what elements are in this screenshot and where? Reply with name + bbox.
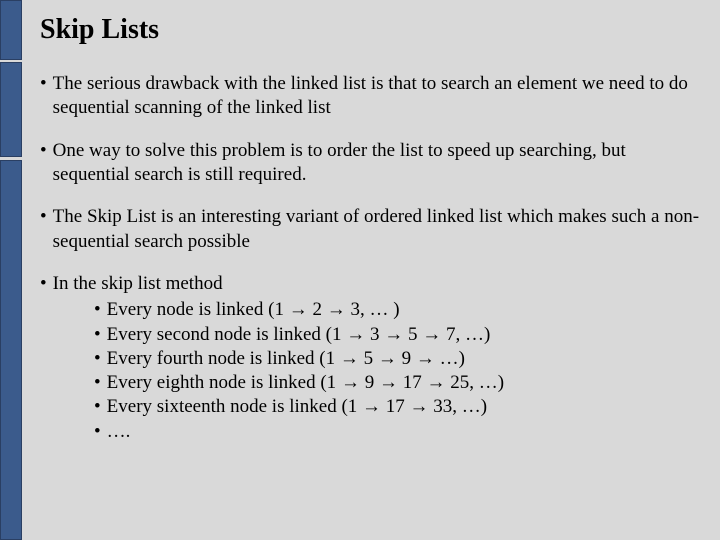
text-fragment: 7, …) [441,324,490,345]
text-fragment: 25, …) [445,372,504,393]
arrow-icon: → [341,372,360,393]
text-fragment: 2 [308,299,327,320]
sub-bullet-text: …. [107,420,131,444]
text-fragment: 17 [398,372,427,393]
arrow-icon: → [289,299,308,320]
text-fragment: 9 [397,348,416,369]
bullet-dot: • [94,420,101,444]
sub-bullet-item: • …. [94,420,702,444]
sub-bullet-text: Every second node is linked (1 → 3 → 5 →… [107,323,491,347]
sub-bullet-text: Every eighth node is linked (1 → 9 → 17 … [107,371,504,395]
sub-bullet-item: • Every node is linked (1 → 2 → 3, … ) [94,298,702,322]
sub-bullet-item: • Every fourth node is linked (1 → 5 → 9… [94,347,702,371]
arrow-icon: → [362,396,381,417]
text-fragment: Every second node is linked (1 [107,324,347,345]
slide-title: Skip Lists [40,14,702,46]
arrow-icon: → [379,372,398,393]
text-fragment: Every sixteenth node is linked (1 [107,396,362,417]
bullet-item: • In the skip list method [40,272,702,296]
text-fragment: Every eighth node is linked (1 [107,372,341,393]
bullet-dot: • [94,395,101,419]
accent-bar [0,0,22,60]
arrow-icon: → [426,372,445,393]
text-fragment: 5 [359,348,378,369]
text-fragment: Every fourth node is linked (1 [107,348,340,369]
bullet-dot: • [40,272,47,296]
bullet-dot: • [40,205,47,254]
sub-bullet-item: • Every sixteenth node is linked (1 → 17… [94,395,702,419]
arrow-icon: → [422,324,441,345]
accent-bar [0,62,22,157]
slide-content: • The serious drawback with the linked l… [40,72,702,444]
sub-bullet-list: • Every node is linked (1 → 2 → 3, … ) •… [94,298,702,444]
slide-body: Skip Lists • The serious drawback with t… [34,0,720,540]
text-fragment: Every node is linked (1 [107,299,289,320]
bullet-text: The serious drawback with the linked lis… [53,72,702,121]
bullet-dot: • [40,139,47,188]
text-fragment: 9 [360,372,379,393]
arrow-icon: → [410,396,429,417]
sub-bullet-item: • Every eighth node is linked (1 → 9 → 1… [94,371,702,395]
arrow-icon: → [378,348,397,369]
sub-bullet-text: Every fourth node is linked (1 → 5 → 9 →… [107,347,465,371]
bullet-dot: • [40,72,47,121]
bullet-dot: • [94,371,101,395]
text-fragment: 33, …) [429,396,488,417]
text-fragment: 17 [381,396,410,417]
text-fragment: 3 [365,324,384,345]
bullet-text: The Skip List is an interesting variant … [53,205,702,254]
accent-bar [0,160,22,540]
bullet-text: In the skip list method [53,272,702,296]
bullet-dot: • [94,323,101,347]
bullet-text: One way to solve this problem is to orde… [53,139,702,188]
bullet-item: • One way to solve this problem is to or… [40,139,702,188]
bullet-dot: • [94,347,101,371]
arrow-icon: → [416,348,435,369]
bullet-item: • The Skip List is an interesting varian… [40,205,702,254]
bullet-item: • The serious drawback with the linked l… [40,72,702,121]
arrow-icon: → [327,299,346,320]
sub-bullet-text: Every sixteenth node is linked (1 → 17 →… [107,395,487,419]
text-fragment: …) [435,348,465,369]
arrow-icon: → [384,324,403,345]
bullet-dot: • [94,298,101,322]
text-fragment: 5 [403,324,422,345]
side-accent-bars [0,0,34,540]
sub-bullet-text: Every node is linked (1 → 2 → 3, … ) [107,298,400,322]
arrow-icon: → [346,324,365,345]
sub-bullet-item: • Every second node is linked (1 → 3 → 5… [94,323,702,347]
arrow-icon: → [340,348,359,369]
text-fragment: 3, … ) [346,299,400,320]
